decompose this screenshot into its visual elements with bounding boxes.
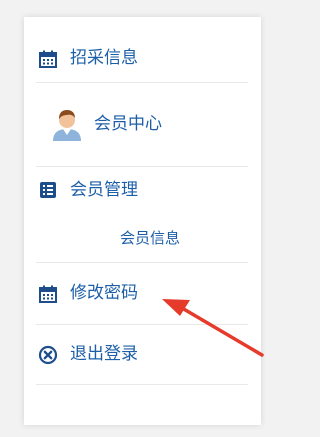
menu-item-member-manage-label: 会员管理	[70, 179, 138, 200]
side-menu: 招采信息 会员中心 会员管理 会员信息 修改密码 退出登录	[24, 17, 261, 425]
calendar-icon	[38, 49, 58, 69]
menu-item-procurement[interactable]: 招采信息	[36, 35, 248, 83]
close-circle-icon	[38, 345, 58, 365]
menu-item-member-manage[interactable]: 会员管理	[36, 167, 248, 213]
menu-item-logout-label: 退出登录	[70, 344, 138, 364]
menu-item-member-center[interactable]: 会员中心	[36, 83, 248, 167]
menu-item-member-center-label: 会员中心	[94, 114, 162, 134]
calendar-icon	[38, 284, 58, 304]
menu-item-change-password-label: 修改密码	[70, 283, 138, 303]
user-avatar-icon	[50, 108, 84, 142]
menu-item-procurement-label: 招采信息	[70, 48, 138, 68]
submenu-item-member-info[interactable]: 会员信息	[36, 213, 248, 263]
menu-item-logout[interactable]: 退出登录	[36, 325, 248, 385]
list-icon	[38, 180, 58, 200]
menu-item-change-password[interactable]: 修改密码	[36, 263, 248, 325]
submenu-item-member-info-label: 会员信息	[119, 229, 180, 247]
